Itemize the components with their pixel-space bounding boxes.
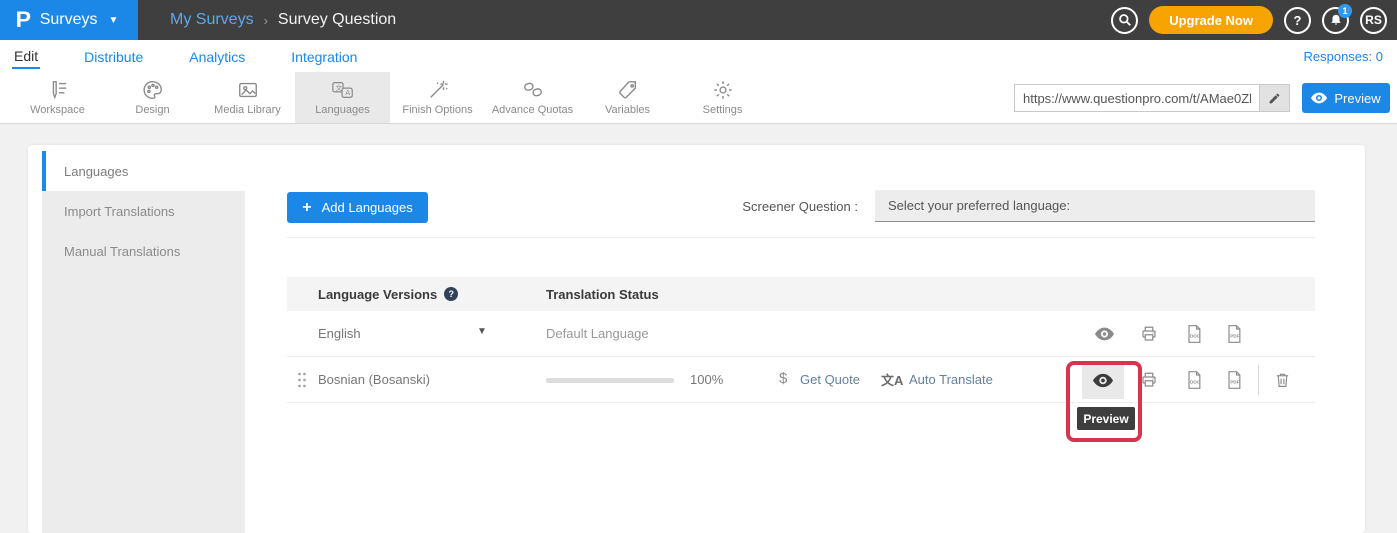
svg-text:PDF: PDF [1230,333,1239,338]
auto-translate-icon: 文A [881,370,903,389]
languages-panel: Languages Import Translations Manual Tra… [28,145,1365,533]
survey-url-field [1014,84,1290,112]
column-translation-status: Translation Status [546,287,659,302]
export-doc-button[interactable]: DOC [1182,368,1206,392]
section-divider [287,237,1315,238]
svg-text:DOC: DOC [1190,333,1201,338]
toolbar-item-workspace[interactable]: Workspace [10,72,105,123]
tab-edit[interactable]: Edit [12,43,40,69]
avatar[interactable]: RS [1360,7,1387,34]
language-dropdown-caret-icon[interactable]: ▼ [477,326,487,337]
svg-text:PDF: PDF [1230,379,1239,384]
delete-language-button[interactable] [1270,368,1294,392]
translation-progress-value: 100% [690,372,723,387]
icon-divider [1258,365,1259,395]
topbar-actions: Upgrade Now ? 1 RS [1111,0,1387,40]
product-name: Surveys [40,11,98,29]
tag-icon [617,79,639,101]
questionpro-logo-icon: P [16,7,31,33]
notifications-button[interactable]: 1 [1322,7,1349,34]
toolbar-item-media-library[interactable]: Media Library [200,72,295,123]
print-button[interactable] [1137,322,1161,346]
breadcrumb-separator-icon: › [264,13,268,28]
breadcrumb-current: Survey Question [278,11,396,29]
notification-badge: 1 [1338,4,1352,18]
trash-icon [1274,371,1291,389]
search-button[interactable] [1111,7,1138,34]
preview-tooltip: Preview [1077,407,1135,430]
image-icon [237,79,259,101]
table-row-bosnian: Bosnian (Bosanski) 100% $ Get Quote 文A A… [287,357,1315,403]
toolbar-item-languages[interactable]: 文A Languages [295,72,390,123]
language-name: English [318,326,361,341]
export-pdf-button[interactable]: PDF [1222,368,1246,392]
settings-sidebar: Languages Import Translations Manual Tra… [42,151,245,533]
language-versions-table: Language Versions ? Translation Status E… [287,277,1315,403]
sidebar-item-languages[interactable]: Languages [42,151,245,191]
eye-icon [1093,373,1113,388]
gear-icon [712,79,734,101]
default-language-label: Default Language [546,326,649,341]
add-languages-button[interactable]: + Add Languages [287,192,428,223]
toolbar-item-finish-options[interactable]: Finish Options [390,72,485,123]
preview-button[interactable]: Preview [1302,83,1390,113]
surveys-product-menu[interactable]: P Surveys ▼ [0,0,138,40]
translation-progress-bar [546,378,674,383]
auto-translate-link[interactable]: Auto Translate [909,372,993,387]
export-doc-button[interactable]: DOC [1182,322,1206,346]
export-pdf-button[interactable]: PDF [1222,322,1246,346]
top-bar: P Surveys ▼ My Surveys › Survey Question… [0,0,1397,40]
get-quote-link[interactable]: Get Quote [800,372,860,387]
help-button[interactable]: ? [1284,7,1311,34]
svg-text:A: A [345,88,350,97]
help-icon[interactable]: ? [444,287,458,301]
tab-analytics[interactable]: Analytics [187,44,247,68]
language-name: Bosnian (Bosanski) [318,372,430,387]
survey-url-input[interactable] [1015,91,1259,106]
search-icon [1118,13,1132,27]
workspace-icon [47,79,69,101]
upgrade-now-button[interactable]: Upgrade Now [1149,6,1273,34]
toolbar-item-design[interactable]: Design [105,72,200,123]
chain-link-icon [522,79,544,101]
column-language-versions: Language Versions ? [318,287,458,302]
svg-text:文: 文 [335,83,342,92]
screener-question-select[interactable]: Select your preferred language: [875,190,1315,222]
breadcrumb: My Surveys › Survey Question [170,11,396,29]
screener-question-label: Screener Question : [718,199,858,214]
preview-eye-button[interactable] [1082,361,1124,399]
sidebar-item-manual-translations[interactable]: Manual Translations [42,231,245,271]
drag-handle[interactable] [296,370,308,390]
pencil-icon [1268,92,1281,105]
responses-count[interactable]: Responses: 0 [1304,49,1384,64]
toolbar-item-variables[interactable]: Variables [580,72,675,123]
table-row-english: English ▼ Default Language DOC PDF [287,311,1315,357]
translate-icon: 文A [331,79,355,101]
nav-tab-bar: Edit Distribute Analytics Integration Re… [0,40,1397,72]
print-button[interactable] [1137,368,1161,392]
plus-icon: + [302,199,311,217]
svg-text:DOC: DOC [1190,379,1201,384]
edit-url-button[interactable] [1259,85,1289,111]
palette-icon [142,79,164,101]
toolbar-item-advance-quotas[interactable]: Advance Quotas [485,72,580,123]
table-header-row: Language Versions ? Translation Status [287,277,1315,311]
dollar-icon: $ [779,370,787,387]
sidebar-item-import-translations[interactable]: Import Translations [42,191,245,231]
chevron-down-icon: ▼ [108,15,118,26]
eye-icon [1311,92,1327,104]
preview-eye-button[interactable] [1092,322,1116,346]
tab-distribute[interactable]: Distribute [82,44,145,68]
magic-wand-icon [427,79,449,101]
tab-integration[interactable]: Integration [289,44,359,68]
breadcrumb-my-surveys[interactable]: My Surveys [170,11,254,29]
toolbar-item-settings[interactable]: Settings [675,72,770,123]
